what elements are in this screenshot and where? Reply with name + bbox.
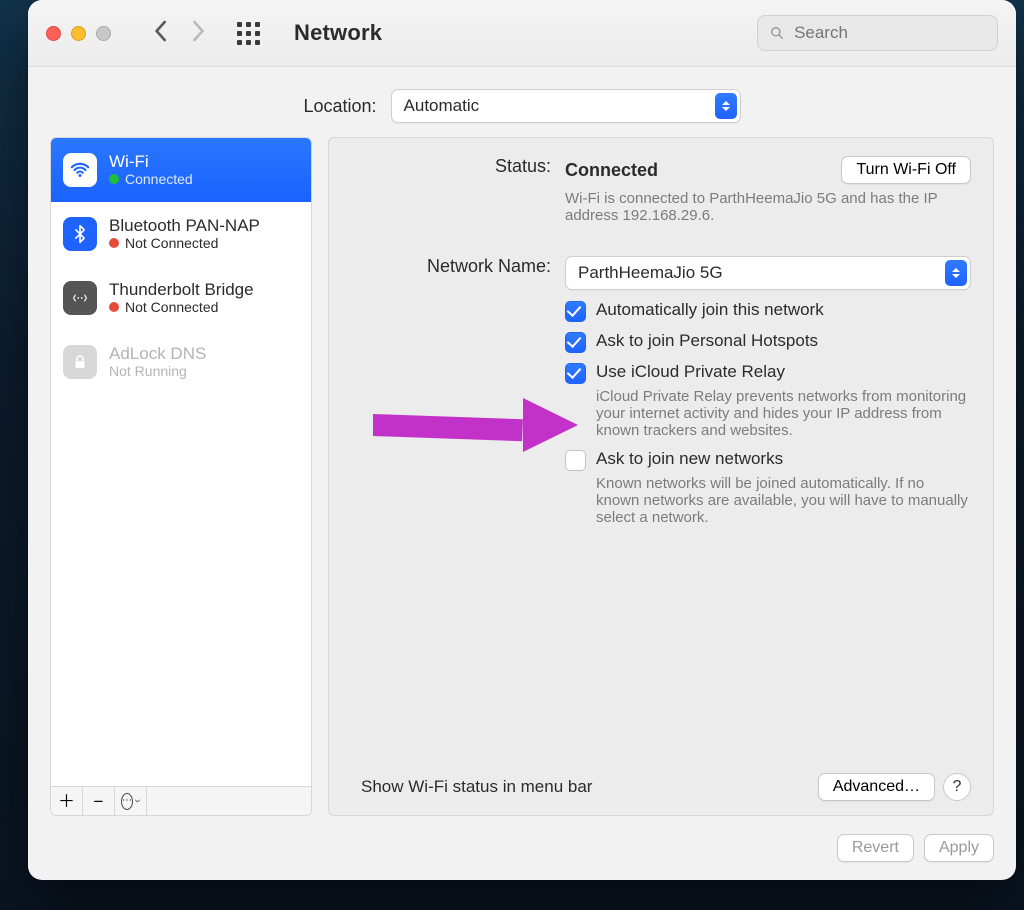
checkbox-icon: [565, 332, 586, 353]
network-name-label: Network Name:: [351, 256, 565, 526]
tb-icon: [63, 281, 97, 315]
service-status: Connected: [109, 172, 193, 187]
page-title: Network: [294, 20, 382, 46]
help-button[interactable]: ?: [943, 773, 971, 801]
sidebar-footer: ＋ − ⋯: [51, 786, 311, 815]
back-button[interactable]: [153, 19, 171, 47]
private-relay-description: iCloud Private Relay prevents networks f…: [596, 388, 971, 439]
main-area: Wi-Fi Connected Bluetooth PAN-NAP Not Co…: [28, 133, 1016, 830]
location-label: Location:: [303, 96, 376, 117]
status-dot-icon: [109, 302, 119, 312]
stepper-icon: [715, 93, 737, 119]
ask-hotspot-label: Ask to join Personal Hotspots: [596, 331, 818, 351]
ask-new-description: Known networks will be joined automatica…: [596, 475, 971, 526]
search-input[interactable]: [792, 22, 985, 44]
ask-hotspot-checkbox[interactable]: Ask to join Personal Hotspots: [565, 331, 971, 352]
remove-service-button[interactable]: −: [83, 787, 115, 815]
footer-buttons: Revert Apply: [28, 830, 1016, 880]
zoom-window-button[interactable]: [96, 26, 111, 41]
service-name: Thunderbolt Bridge: [109, 281, 254, 300]
window-controls: [46, 26, 111, 41]
service-item[interactable]: AdLock DNS Not Running: [51, 330, 311, 394]
service-name: AdLock DNS: [109, 345, 206, 364]
service-item[interactable]: Wi-Fi Connected: [51, 138, 311, 202]
checkbox-icon: [565, 363, 586, 384]
chevron-right-icon: [189, 19, 207, 43]
service-options-button[interactable]: ⋯: [115, 787, 147, 815]
service-status: Not Connected: [109, 300, 254, 315]
status-value: Connected: [565, 160, 658, 181]
lock-icon: [63, 345, 97, 379]
auto-join-checkbox[interactable]: Automatically join this network: [565, 300, 971, 321]
service-item[interactable]: Thunderbolt Bridge Not Connected: [51, 266, 311, 330]
show-menu-bar-label: Show Wi-Fi status in menu bar: [361, 777, 592, 797]
status-description: Wi-Fi is connected to ParthHeemaJio 5G a…: [565, 190, 965, 224]
private-relay-label: Use iCloud Private Relay: [596, 362, 971, 382]
details-panel: Status: Connected Turn Wi-Fi Off Wi-Fi i…: [328, 137, 994, 816]
checkbox-icon: [565, 450, 586, 471]
wifi-toggle-button[interactable]: Turn Wi-Fi Off: [841, 156, 971, 184]
minimize-window-button[interactable]: [71, 26, 86, 41]
network-name-value: ParthHeemaJio 5G: [578, 263, 723, 283]
search-field[interactable]: [757, 15, 998, 51]
ask-new-networks-checkbox[interactable]: Ask to join new networks Known networks …: [565, 449, 971, 526]
revert-button[interactable]: Revert: [837, 834, 914, 862]
titlebar: Network: [28, 0, 1016, 67]
add-service-button[interactable]: ＋: [51, 787, 83, 815]
service-name: Bluetooth PAN-NAP: [109, 217, 260, 236]
advanced-button[interactable]: Advanced…: [818, 773, 935, 801]
search-icon: [770, 25, 784, 41]
wifi-icon: [63, 153, 97, 187]
service-name: Wi-Fi: [109, 153, 193, 172]
nav-arrows: [153, 19, 207, 47]
location-value: Automatic: [404, 96, 480, 116]
service-item[interactable]: Bluetooth PAN-NAP Not Connected: [51, 202, 311, 266]
services-sidebar: Wi-Fi Connected Bluetooth PAN-NAP Not Co…: [50, 137, 312, 816]
chevron-left-icon: [153, 19, 171, 43]
checkbox-icon: [565, 301, 586, 322]
service-list: Wi-Fi Connected Bluetooth PAN-NAP Not Co…: [51, 138, 311, 786]
close-window-button[interactable]: [46, 26, 61, 41]
location-select[interactable]: Automatic: [391, 89, 741, 123]
status-dot-icon: [109, 174, 119, 184]
stepper-icon: [945, 260, 967, 286]
forward-button[interactable]: [189, 19, 207, 47]
show-menu-bar-checkbox[interactable]: Show Wi-Fi status in menu bar: [351, 777, 592, 797]
status-label: Status:: [351, 156, 565, 224]
bt-icon: [63, 217, 97, 251]
service-status: Not Running: [109, 364, 206, 379]
show-all-button[interactable]: [237, 22, 260, 45]
ask-new-label: Ask to join new networks: [596, 449, 971, 469]
preferences-window: Network Location: Automatic Wi-Fi Connec…: [28, 0, 1016, 880]
chevron-down-icon: [135, 798, 140, 804]
location-row: Location: Automatic: [28, 67, 1016, 133]
service-status: Not Connected: [109, 236, 260, 251]
apply-button[interactable]: Apply: [924, 834, 994, 862]
private-relay-checkbox[interactable]: Use iCloud Private Relay iCloud Private …: [565, 362, 971, 439]
auto-join-label: Automatically join this network: [596, 300, 824, 320]
ellipsis-circle-icon: ⋯: [121, 793, 133, 810]
status-dot-icon: [109, 238, 119, 248]
network-name-select[interactable]: ParthHeemaJio 5G: [565, 256, 971, 290]
